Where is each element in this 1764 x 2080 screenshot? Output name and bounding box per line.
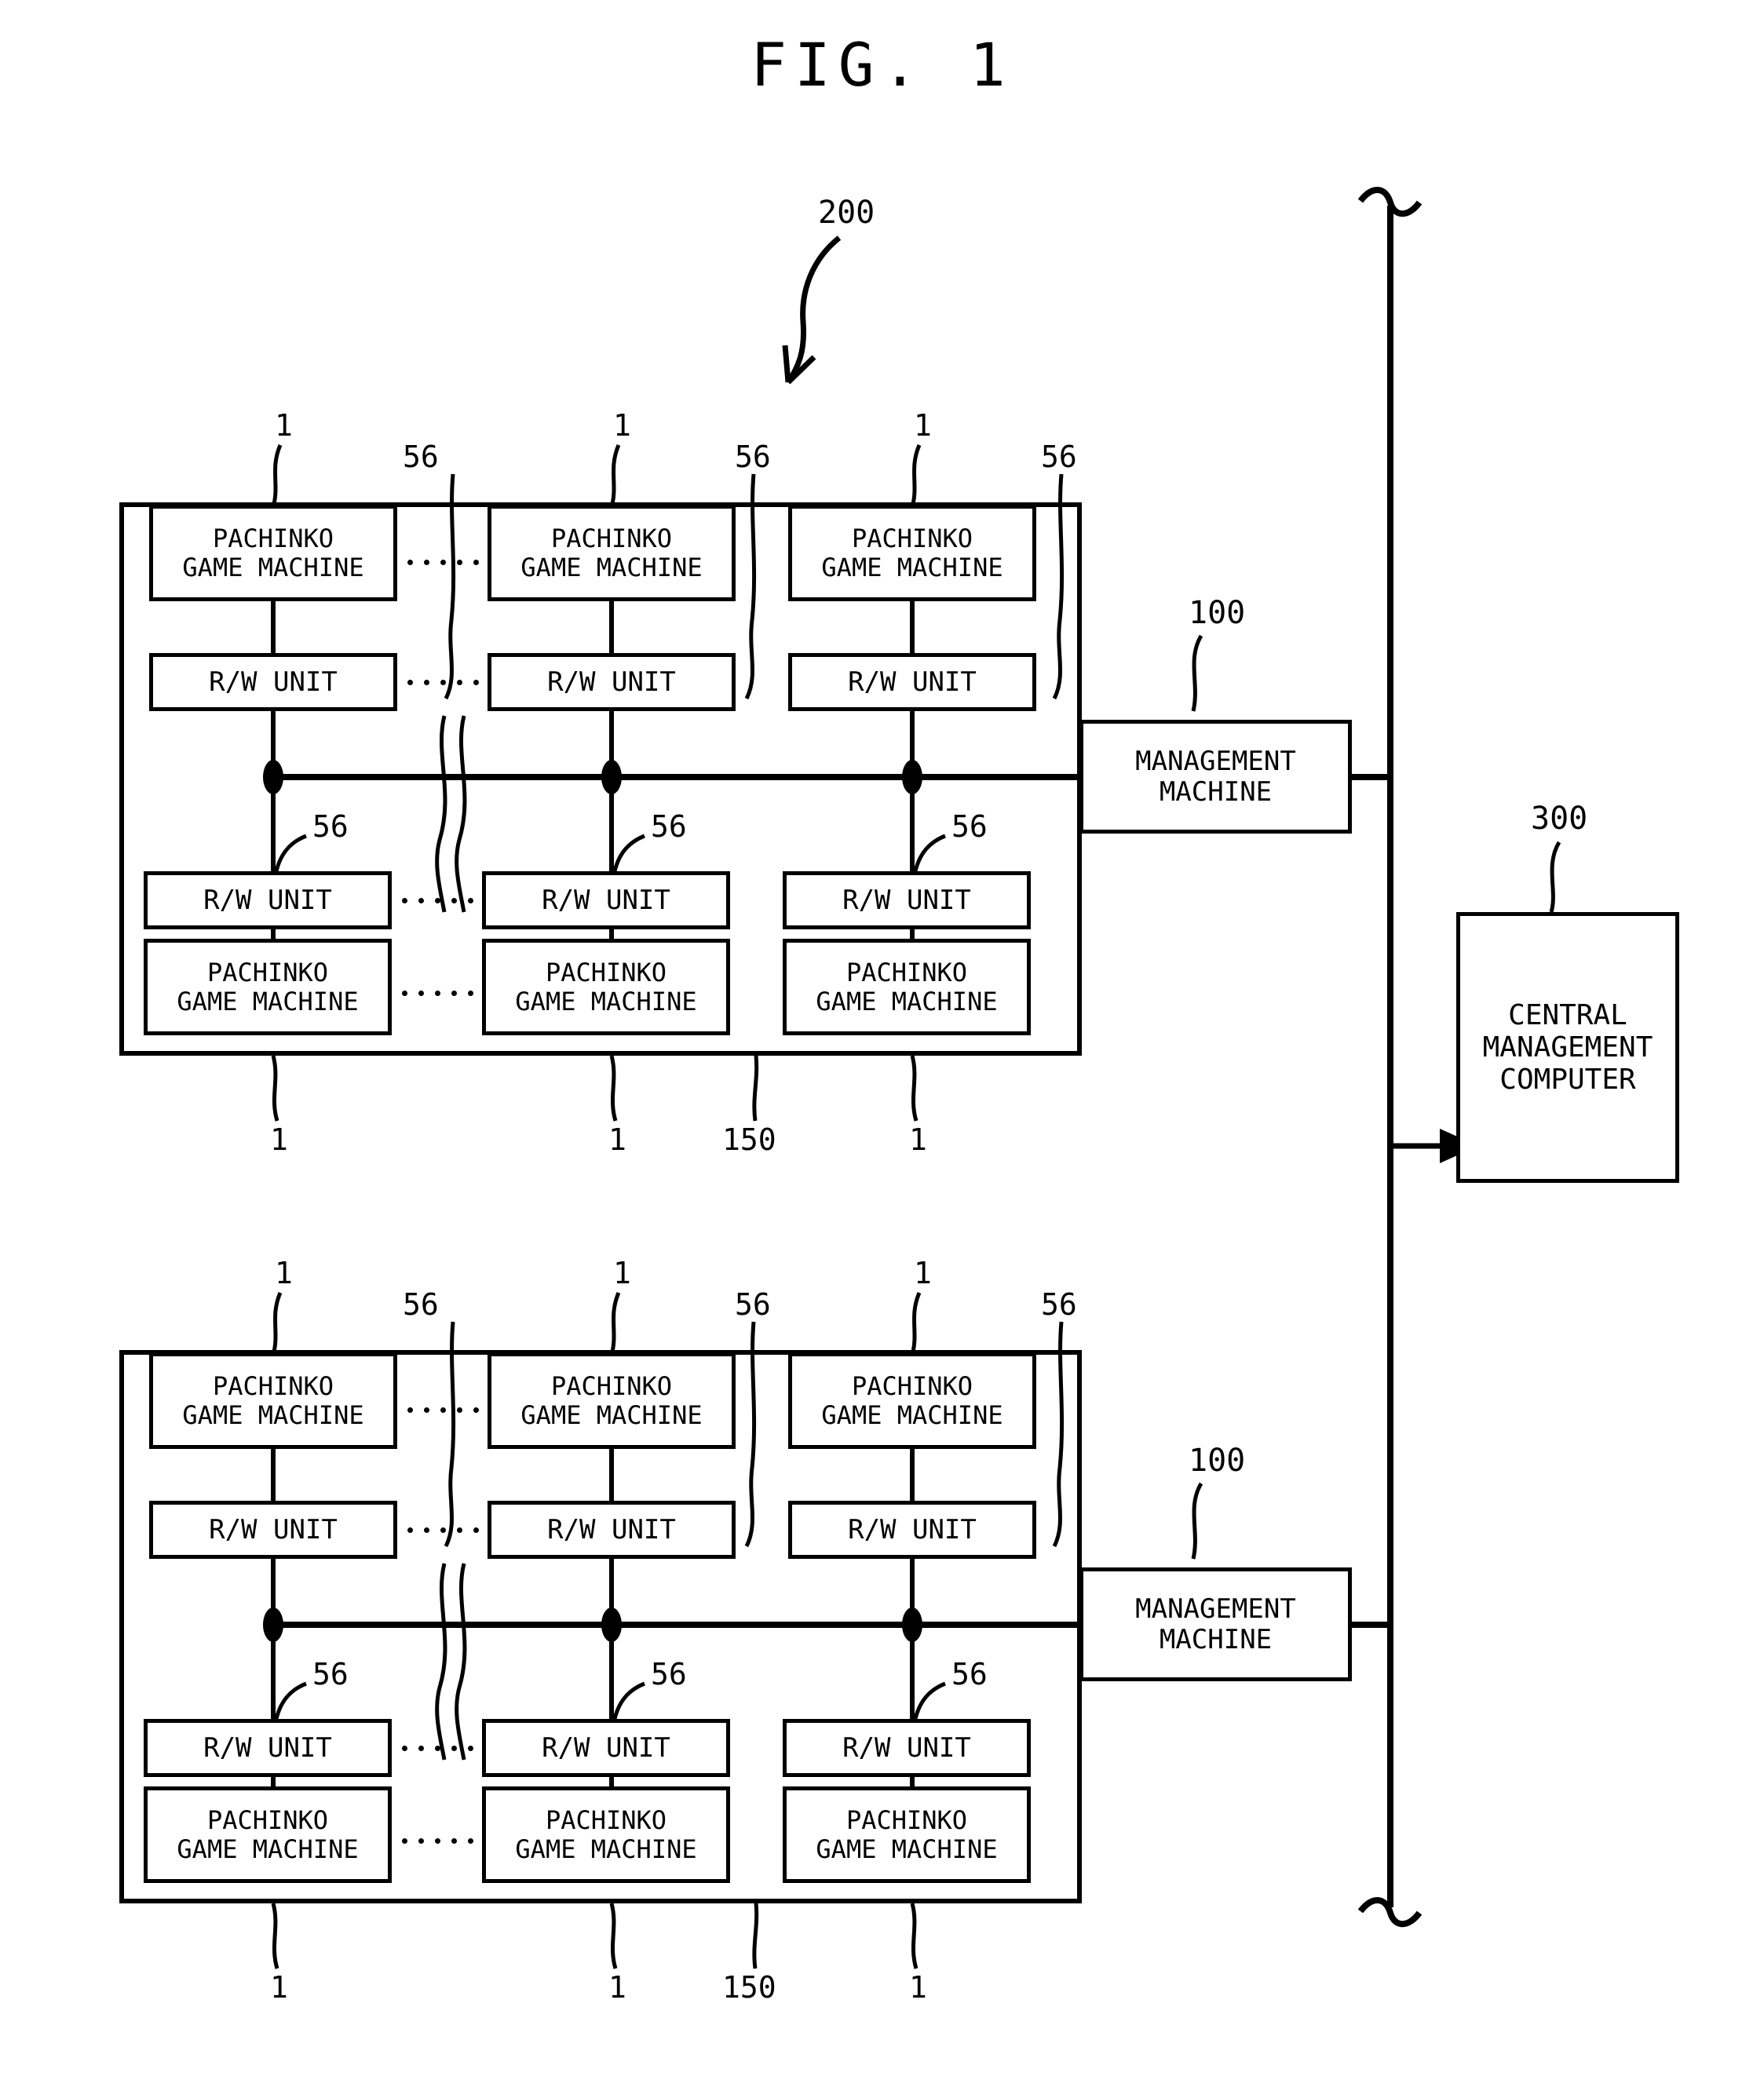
management-machine-box[interactable]: MANAGEMENT MACHINE xyxy=(1079,720,1352,834)
rw-unit-label: R/W UNIT xyxy=(842,884,971,916)
ref-machine-1: 1 xyxy=(909,1122,927,1157)
ref-machine-1: 1 xyxy=(270,1122,288,1157)
ref-machine-1: 1 xyxy=(909,1970,927,2005)
ref-system-200: 200 xyxy=(818,195,875,231)
rw-unit-box[interactable]: R/W UNIT xyxy=(488,1501,736,1559)
pachinko-game-machine-box[interactable]: PACHINKO GAME MACHINE xyxy=(488,505,736,601)
rw-unit-label: R/W UNIT xyxy=(547,1513,676,1545)
ref-machine-1: 1 xyxy=(613,1256,631,1290)
central-management-computer-box[interactable]: CENTRAL MANAGEMENT COMPUTER xyxy=(1456,912,1679,1183)
pachinko-game-machine-box[interactable]: PACHINKO GAME MACHINE xyxy=(482,939,730,1035)
ellipsis-dots xyxy=(407,560,479,565)
pachinko-game-machine-label: PACHINKO GAME MACHINE xyxy=(515,1805,697,1864)
pachinko-game-machine-box[interactable]: PACHINKO GAME MACHINE xyxy=(482,1786,730,1883)
ellipsis-dots xyxy=(407,1407,479,1413)
ref-rw-56: 56 xyxy=(951,809,988,844)
rw-unit-box[interactable]: R/W UNIT xyxy=(488,653,736,711)
pachinko-game-machine-box[interactable]: PACHINKO GAME MACHINE xyxy=(783,939,1031,1035)
ref-machine-1: 1 xyxy=(608,1970,626,2005)
ref-machine-1: 1 xyxy=(914,1256,932,1290)
management-machine-label: MANAGEMENT MACHINE xyxy=(1135,1593,1296,1655)
rw-unit-box[interactable]: R/W UNIT xyxy=(788,653,1036,711)
rw-unit-box[interactable]: R/W UNIT xyxy=(144,871,392,929)
ref-machine-1: 1 xyxy=(608,1122,626,1157)
ref-rw-56: 56 xyxy=(735,1287,771,1322)
ellipsis-dots xyxy=(407,1527,479,1533)
pachinko-game-machine-label: PACHINKO GAME MACHINE xyxy=(816,958,998,1016)
pachinko-game-machine-label: PACHINKO GAME MACHINE xyxy=(182,524,364,582)
pachinko-game-machine-label: PACHINKO GAME MACHINE xyxy=(520,524,703,582)
pachinko-game-machine-label: PACHINKO GAME MACHINE xyxy=(515,958,697,1016)
ref-machine-1: 1 xyxy=(914,408,932,443)
ref-rw-56: 56 xyxy=(1041,1287,1077,1322)
rw-unit-label: R/W UNIT xyxy=(542,884,670,916)
ref-rw-56: 56 xyxy=(951,1657,988,1691)
rw-unit-label: R/W UNIT xyxy=(209,1513,338,1545)
ref-rw-56: 56 xyxy=(312,809,349,844)
rw-unit-label: R/W UNIT xyxy=(542,1732,670,1764)
pachinko-game-machine-label: PACHINKO GAME MACHINE xyxy=(177,958,359,1016)
figure-canvas: FIG. 1 PACHINKO GAME MACHINE PACHINKO GA… xyxy=(0,0,1764,2080)
rw-unit-box[interactable]: R/W UNIT xyxy=(149,1501,397,1559)
rw-unit-label: R/W UNIT xyxy=(209,666,338,698)
rw-unit-label: R/W UNIT xyxy=(842,1732,971,1764)
ref-management-100: 100 xyxy=(1189,1443,1246,1479)
pachinko-game-machine-label: PACHINKO GAME MACHINE xyxy=(182,1371,364,1430)
ref-machine-1: 1 xyxy=(613,408,631,443)
rw-unit-label: R/W UNIT xyxy=(547,666,676,698)
pachinko-game-machine-box[interactable]: PACHINKO GAME MACHINE xyxy=(788,1352,1036,1449)
ref-rw-56: 56 xyxy=(651,1657,687,1691)
ellipsis-dots xyxy=(407,680,479,685)
rw-unit-label: R/W UNIT xyxy=(848,666,977,698)
rw-unit-label: R/W UNIT xyxy=(848,1513,977,1545)
pachinko-game-machine-box[interactable]: PACHINKO GAME MACHINE xyxy=(144,1786,392,1883)
ref-rw-56: 56 xyxy=(735,440,771,474)
ellipsis-dots xyxy=(402,1838,473,1844)
ref-machine-1: 1 xyxy=(275,1256,293,1290)
pachinko-game-machine-box[interactable]: PACHINKO GAME MACHINE xyxy=(488,1352,736,1449)
pachinko-game-machine-box[interactable]: PACHINKO GAME MACHINE xyxy=(783,1786,1031,1883)
ref-central-300: 300 xyxy=(1531,801,1588,837)
central-management-computer-label: CENTRAL MANAGEMENT COMPUTER xyxy=(1482,998,1653,1097)
rw-unit-label: R/W UNIT xyxy=(203,1732,332,1764)
ref-hall-150: 150 xyxy=(722,1122,776,1157)
ref-machine-1: 1 xyxy=(270,1970,288,2005)
ref-machine-1: 1 xyxy=(275,408,293,443)
pachinko-game-machine-label: PACHINKO GAME MACHINE xyxy=(821,1371,1003,1430)
rw-unit-box[interactable]: R/W UNIT xyxy=(783,1719,1031,1777)
ellipsis-dots xyxy=(402,1746,473,1751)
rw-unit-box[interactable]: R/W UNIT xyxy=(144,1719,392,1777)
ref-rw-56: 56 xyxy=(651,809,687,844)
ref-hall-150: 150 xyxy=(722,1970,776,2005)
pachinko-game-machine-label: PACHINKO GAME MACHINE xyxy=(816,1805,998,1864)
rw-unit-box[interactable]: R/W UNIT xyxy=(482,1719,730,1777)
pachinko-game-machine-box[interactable]: PACHINKO GAME MACHINE xyxy=(144,939,392,1035)
rw-unit-box[interactable]: R/W UNIT xyxy=(788,1501,1036,1559)
pachinko-game-machine-label: PACHINKO GAME MACHINE xyxy=(177,1805,359,1864)
rw-unit-label: R/W UNIT xyxy=(203,884,332,916)
ref-rw-56: 56 xyxy=(312,1657,349,1691)
rw-unit-box[interactable]: R/W UNIT xyxy=(482,871,730,929)
pachinko-game-machine-label: PACHINKO GAME MACHINE xyxy=(821,524,1003,582)
ref-management-100: 100 xyxy=(1189,595,1246,631)
pachinko-game-machine-box[interactable]: PACHINKO GAME MACHINE xyxy=(149,1352,397,1449)
ref-rw-56: 56 xyxy=(403,1287,439,1322)
pachinko-game-machine-box[interactable]: PACHINKO GAME MACHINE xyxy=(149,505,397,601)
pachinko-game-machine-label: PACHINKO GAME MACHINE xyxy=(520,1371,703,1430)
management-machine-label: MANAGEMENT MACHINE xyxy=(1135,745,1296,808)
rw-unit-box[interactable]: R/W UNIT xyxy=(149,653,397,711)
ellipsis-dots xyxy=(402,991,473,996)
ref-rw-56: 56 xyxy=(403,440,439,474)
ref-rw-56: 56 xyxy=(1041,440,1077,474)
management-machine-box[interactable]: MANAGEMENT MACHINE xyxy=(1079,1567,1352,1681)
rw-unit-box[interactable]: R/W UNIT xyxy=(783,871,1031,929)
ellipsis-dots xyxy=(402,898,473,903)
pachinko-game-machine-box[interactable]: PACHINKO GAME MACHINE xyxy=(788,505,1036,601)
